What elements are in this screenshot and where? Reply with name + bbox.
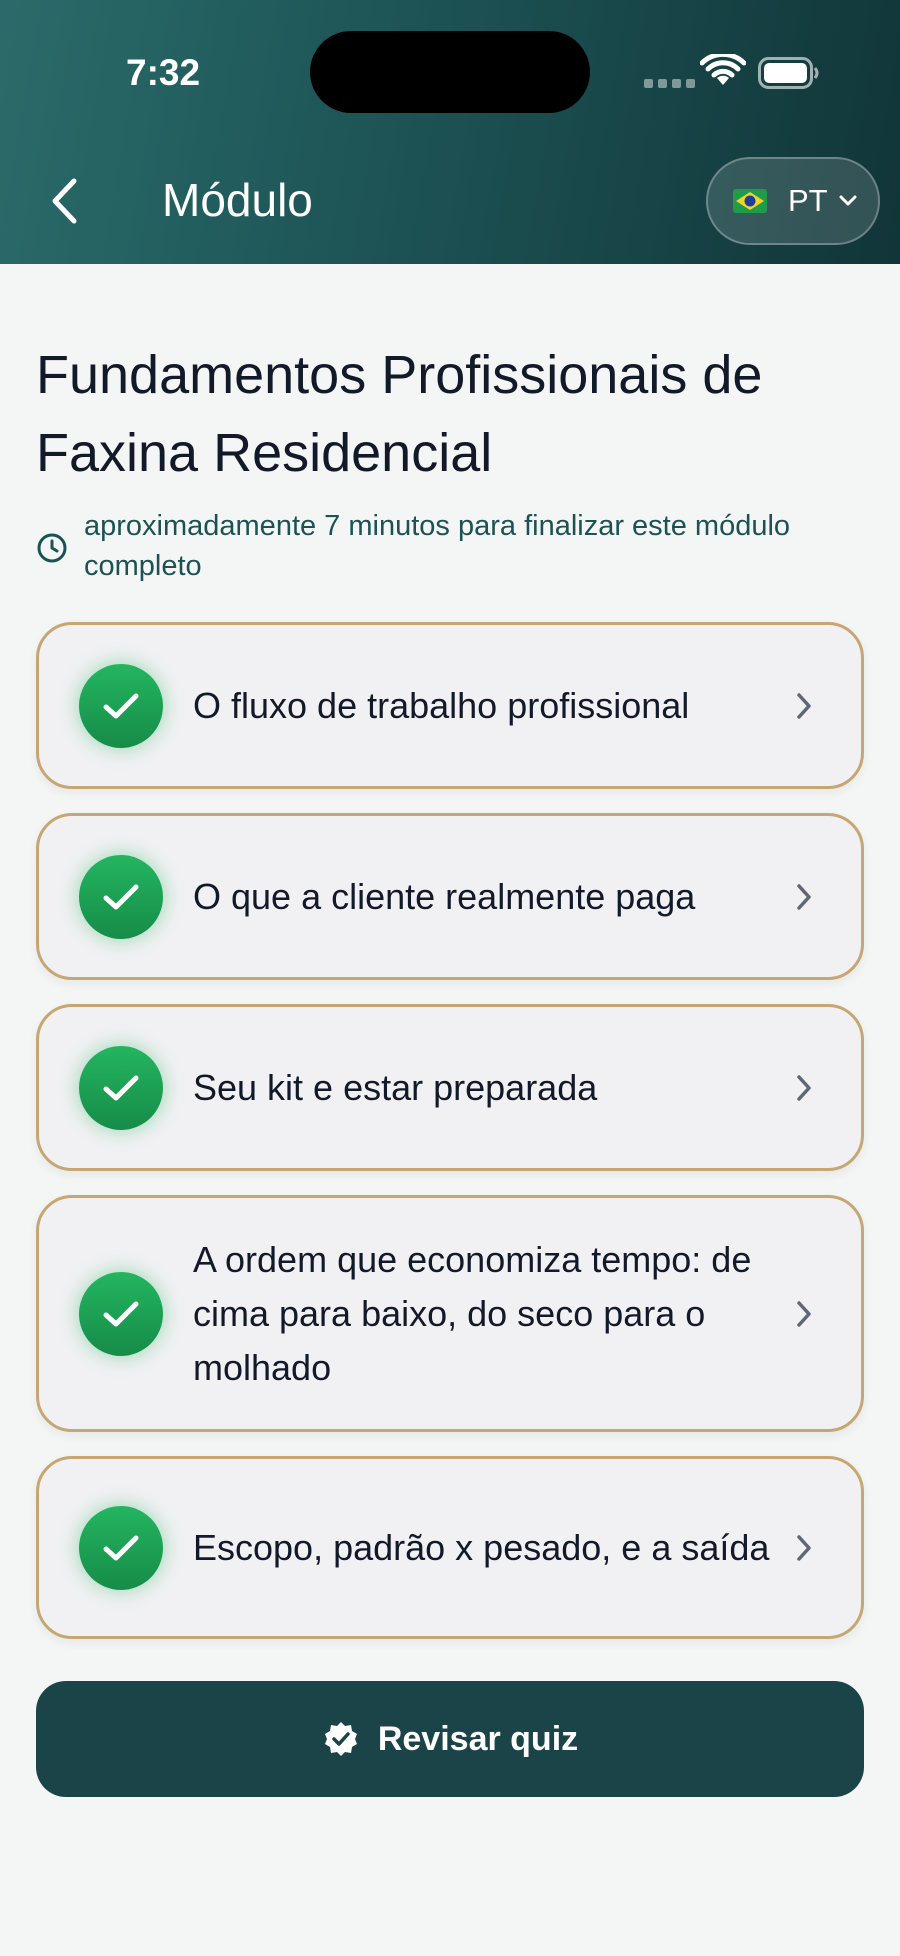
- lesson-label: Escopo, padrão x pesado, e a saída: [193, 1526, 770, 1568]
- completed-check-icon: [79, 1505, 163, 1590]
- review-quiz-label: Revisar quiz: [377, 1719, 579, 1758]
- verified-badge-icon: [324, 1722, 357, 1756]
- cellular-signal-icon: [644, 79, 695, 88]
- dynamic-island: [310, 31, 590, 113]
- review-quiz-button[interactable]: Revisar quiz: [36, 1681, 864, 1797]
- lesson-item[interactable]: O fluxo de trabalho profissional: [36, 622, 864, 789]
- completed-check-icon: [79, 1271, 163, 1356]
- lesson-label: O fluxo de trabalho profissional: [193, 684, 690, 726]
- lesson-item[interactable]: A ordem que economiza tempo: de cima par…: [36, 1195, 864, 1432]
- status-time: 7:32: [126, 52, 201, 93]
- chevron-down-icon: [839, 195, 857, 206]
- lesson-item[interactable]: O que a cliente realmente paga: [36, 813, 864, 980]
- lesson-item[interactable]: Escopo, padrão x pesado, e a saída: [36, 1456, 864, 1639]
- battery-icon: [758, 57, 819, 89]
- header-title: Módulo: [162, 174, 313, 226]
- clock-icon: [37, 533, 67, 563]
- language-code: PT: [788, 183, 828, 218]
- module-title: Fundamentos Profissionais de Faxina Resi…: [36, 345, 763, 483]
- lesson-item[interactable]: Seu kit e estar preparada: [36, 1004, 864, 1171]
- completed-check-icon: [79, 1045, 163, 1130]
- back-button[interactable]: [34, 166, 94, 236]
- chevron-right-icon: [797, 692, 811, 719]
- app-header: 7:32 Módulo PT: [0, 0, 900, 264]
- brazil-flag-icon: [733, 189, 767, 213]
- lesson-label: O que a cliente realmente paga: [193, 875, 696, 917]
- lesson-list: O fluxo de trabalho profissional O que a…: [36, 622, 864, 1663]
- chevron-right-icon: [797, 883, 811, 910]
- chevron-right-icon: [797, 1300, 811, 1327]
- duration-row: aproximadamente 7 minutos para finalizar…: [36, 506, 846, 586]
- completed-check-icon: [79, 854, 163, 939]
- chevron-right-icon: [797, 1074, 811, 1101]
- lesson-label: A ordem que economiza tempo: de cima par…: [193, 1238, 752, 1388]
- wifi-icon: [700, 54, 746, 85]
- chevron-right-icon: [797, 1534, 811, 1561]
- completed-check-icon: [79, 663, 163, 748]
- language-selector[interactable]: PT: [706, 157, 880, 245]
- chevron-left-icon: [52, 178, 77, 224]
- duration-text: aproximadamente 7 minutos para finalizar…: [84, 510, 791, 582]
- lesson-label: Seu kit e estar preparada: [193, 1066, 598, 1108]
